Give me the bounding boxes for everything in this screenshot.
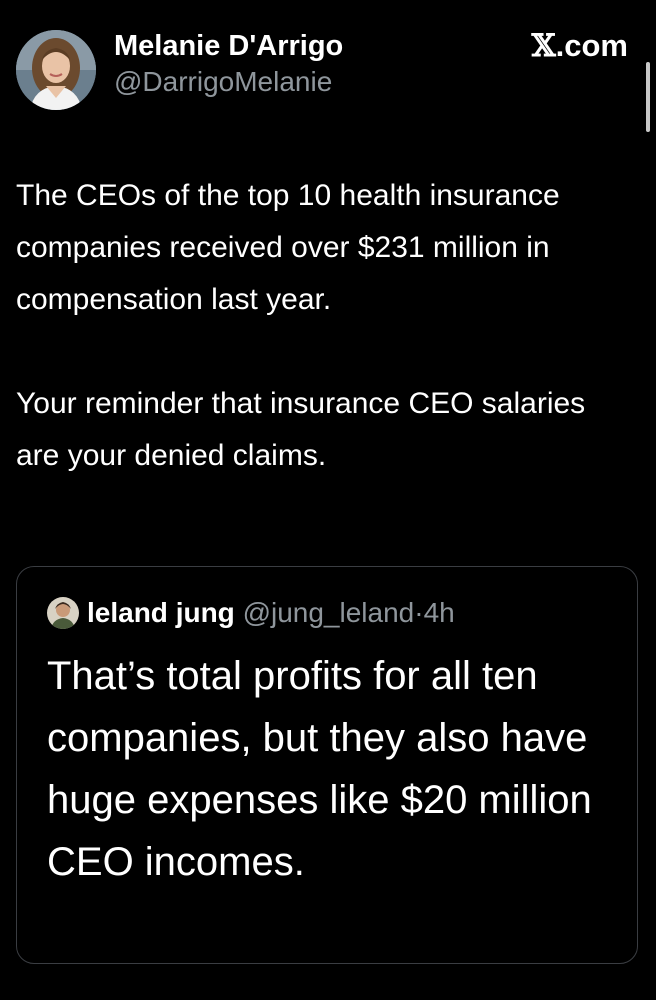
- author-handle[interactable]: @DarrigoMelanie: [114, 64, 343, 100]
- quoted-author-photo-icon: [47, 596, 79, 629]
- tweet-paragraph: Your reminder that insurance CEO salarie…: [16, 387, 586, 472]
- site-branding: 𝕏.com: [532, 28, 628, 64]
- tweet-body: The CEOs of the top 10 health insurance …: [16, 170, 626, 482]
- tweet-header: Melanie D'Arrigo @DarrigoMelanie 𝕏.com: [16, 28, 636, 118]
- quoted-tweet-text: That’s total profits for all ten compani…: [47, 654, 592, 884]
- author-photo-icon: [16, 30, 96, 110]
- separator-dot: ·: [414, 597, 424, 628]
- site-suffix: .com: [555, 28, 628, 63]
- scrollbar-thumb[interactable]: [646, 62, 650, 132]
- quoted-timestamp[interactable]: 4h: [424, 597, 455, 628]
- quoted-tweet-header: leland jung @jung_leland·4h: [47, 595, 455, 631]
- quoted-tweet-card[interactable]: leland jung @jung_leland·4h That’s total…: [16, 566, 638, 964]
- tweet-screenshot: Melanie D'Arrigo @DarrigoMelanie 𝕏.com T…: [0, 0, 656, 1000]
- quoted-author-handle[interactable]: @jung_leland: [243, 597, 415, 628]
- quoted-author-avatar[interactable]: [47, 596, 79, 629]
- author-info: Melanie D'Arrigo @DarrigoMelanie: [114, 28, 343, 100]
- quoted-author-name[interactable]: leland jung: [87, 597, 235, 628]
- tweet-paragraph: The CEOs of the top 10 health insurance …: [16, 179, 560, 316]
- author-avatar[interactable]: [16, 30, 96, 110]
- x-logo-icon: 𝕏: [531, 28, 556, 64]
- author-display-name[interactable]: Melanie D'Arrigo: [114, 28, 343, 64]
